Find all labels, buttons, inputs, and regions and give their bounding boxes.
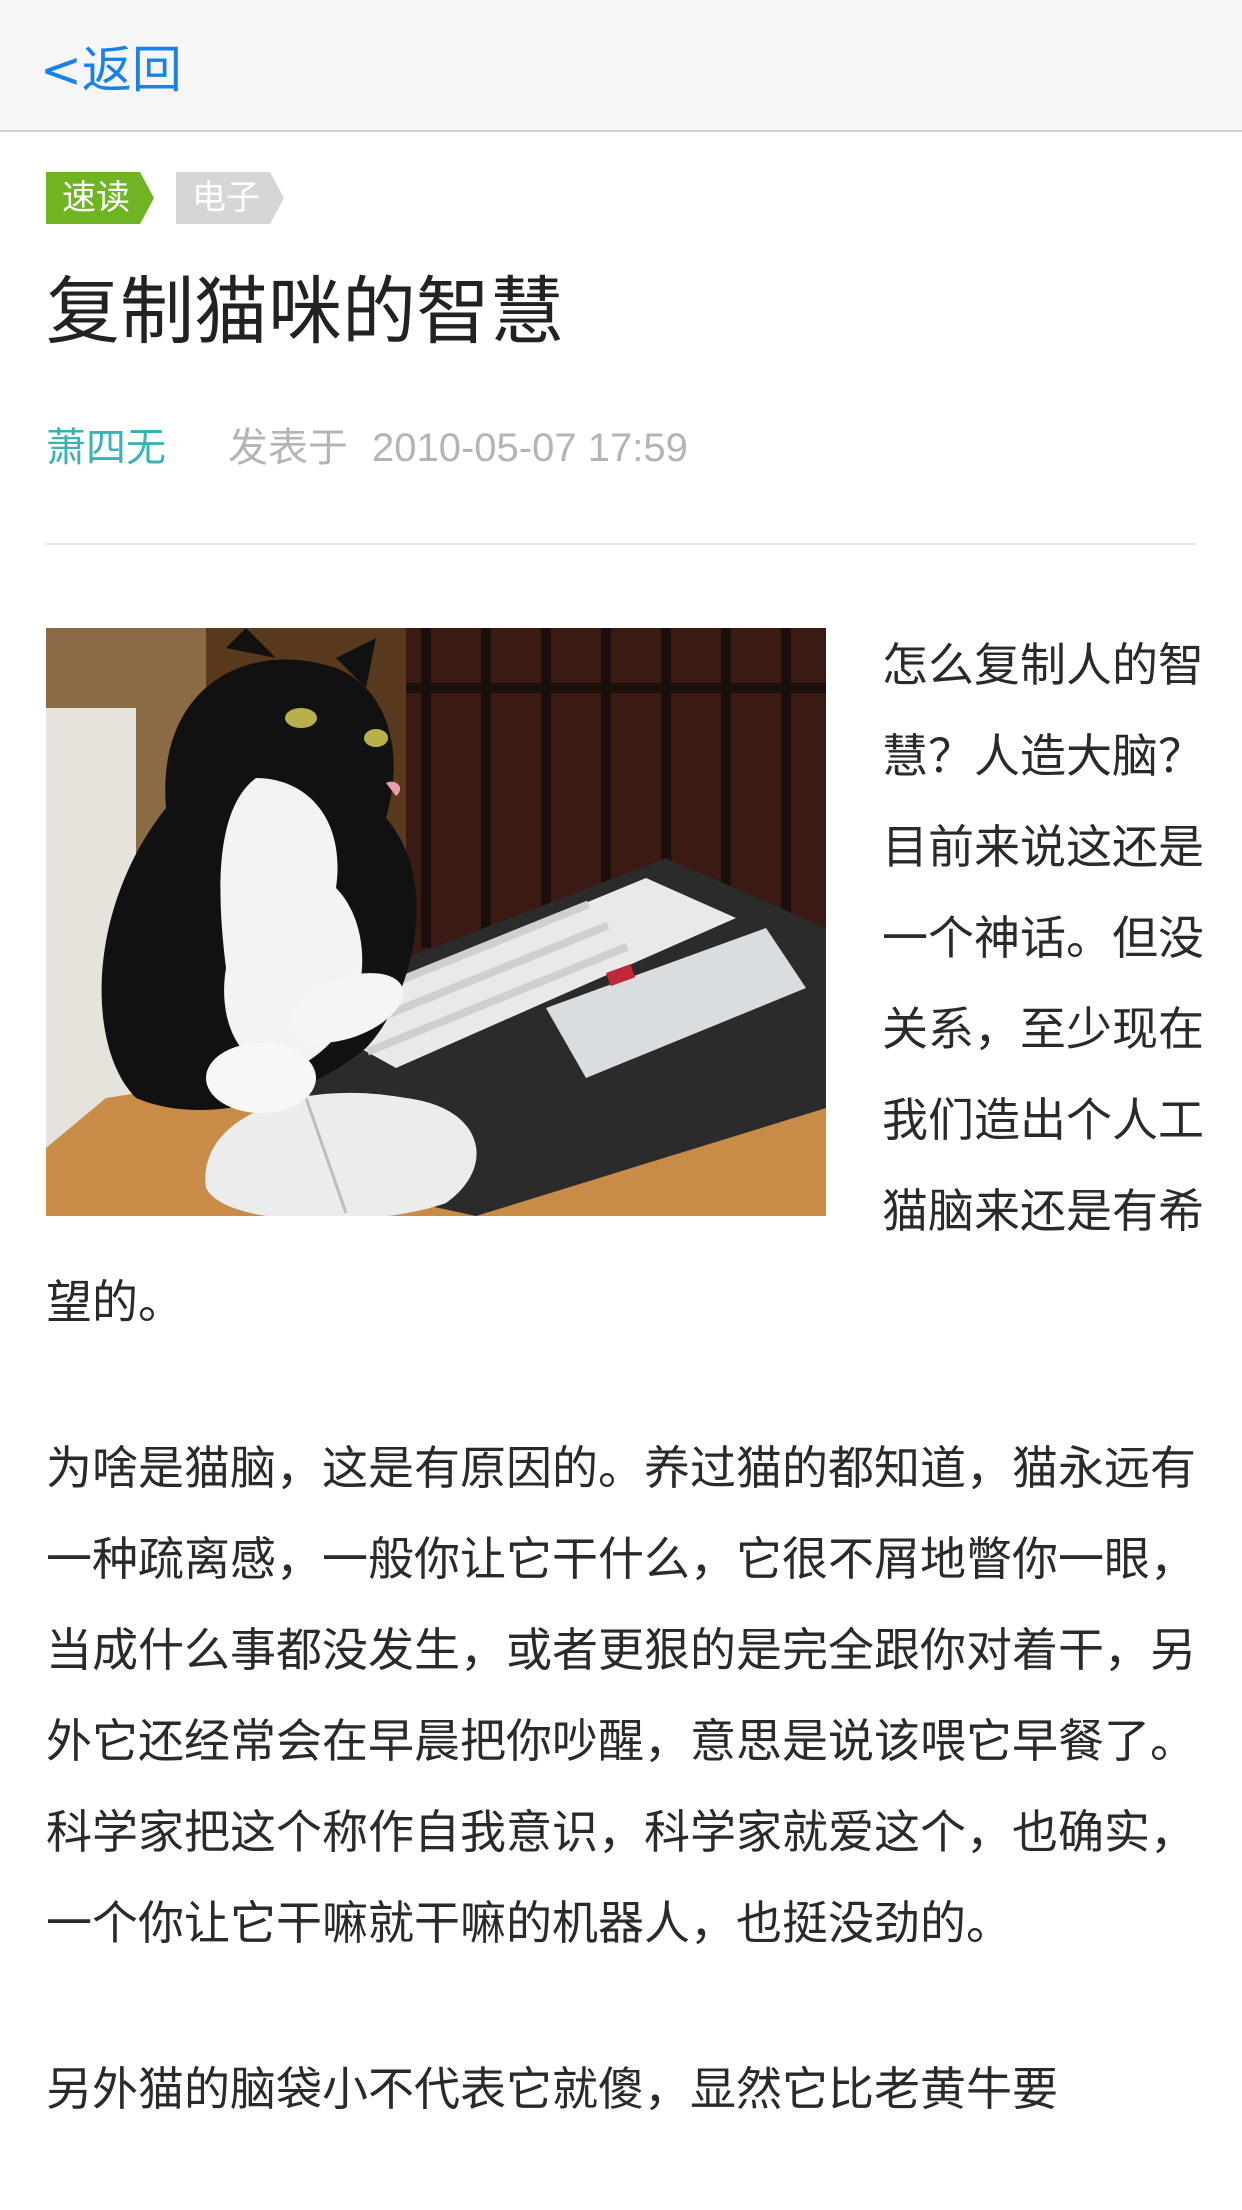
article-paragraph-3: 另外猫的脑袋小不代表它就傻，显然它比老黄牛要	[46, 2062, 1058, 2116]
author-link[interactable]: 萧四无	[46, 418, 166, 478]
tag-list: 速读 电子	[46, 172, 284, 224]
back-button[interactable]: <返回	[40, 30, 182, 102]
top-navigation-bar: <返回	[0, 0, 1242, 132]
header-divider	[46, 543, 1196, 545]
article-title: 复制猫咪的智慧	[46, 269, 564, 355]
post-datetime: 2010-05-07 17:59	[372, 426, 688, 470]
cat-at-keyboard-photo-icon	[46, 628, 826, 1216]
article-paragraph-1: 怎么复制人的智慧？人造大脑？目前来说这还是一个神话。但没关系，至少现在我们造出个…	[46, 620, 1206, 1348]
tag-speed-read[interactable]: 速读	[46, 172, 154, 224]
article-image[interactable]	[46, 628, 826, 1216]
article-body: 怎么复制人的智慧？人造大脑？目前来说这还是一个神话。但没关系，至少现在我们造出个…	[46, 620, 1206, 2210]
article-meta: 萧四无 发表于 2010-05-07 17:59	[46, 418, 688, 478]
posted-label: 发表于	[228, 425, 348, 471]
tag-electronics[interactable]: 电子	[176, 172, 284, 224]
back-label[interactable]: <返回	[40, 30, 182, 102]
article-paragraph-2: 为啥是猫脑，这是有原因的。养过猫的都知道，猫永远有一种疏离感，一般你让它干什么，…	[46, 1441, 1196, 1950]
